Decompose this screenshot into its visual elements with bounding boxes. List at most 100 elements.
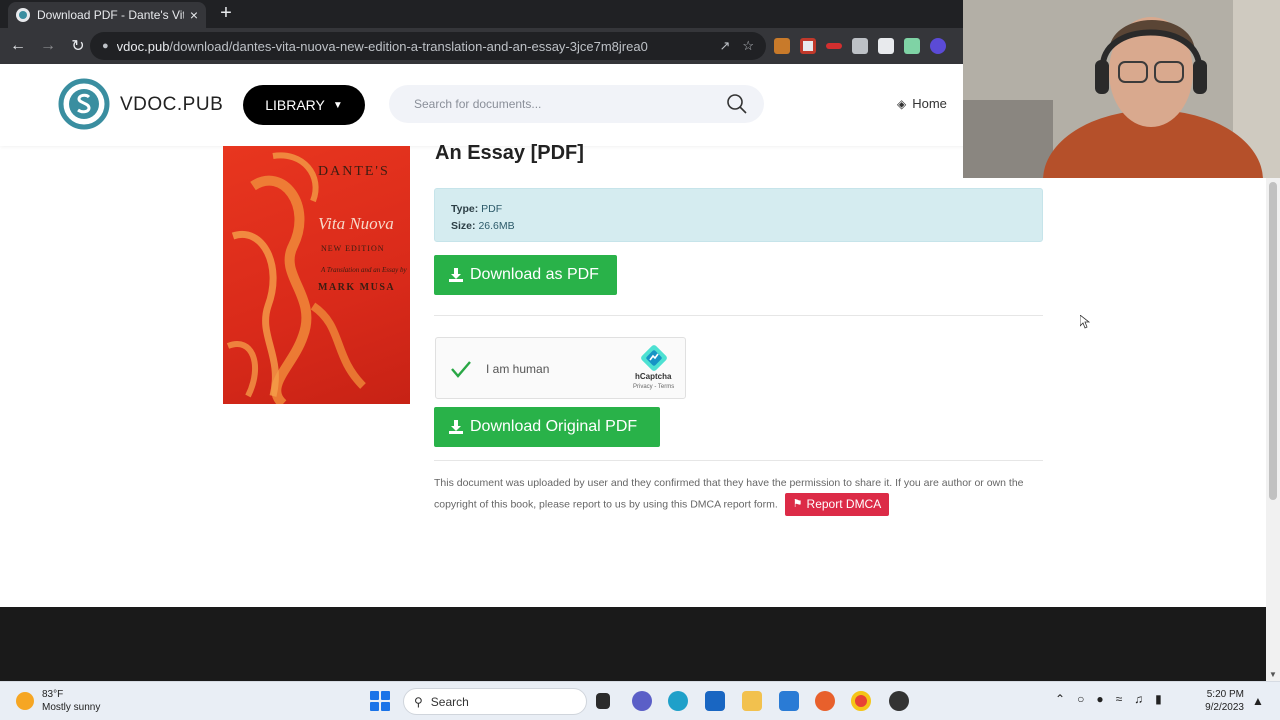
- search-input[interactable]: [414, 97, 704, 111]
- weather-widget[interactable]: 83°F Mostly sunny: [16, 688, 100, 714]
- divider: [434, 315, 1043, 316]
- firefox-icon[interactable]: [815, 691, 835, 711]
- flag-icon: ⚑: [792, 498, 803, 510]
- search-icon: ⚲: [414, 694, 423, 709]
- download-icon: [449, 420, 463, 434]
- partly-sunny-icon: [16, 692, 34, 710]
- extension-icon[interactable]: [826, 43, 842, 49]
- system-tray: ⌃ ○ ● ≈ ♫ ▮: [1055, 692, 1162, 706]
- download-icon: [449, 268, 463, 282]
- task-view-icon[interactable]: [596, 693, 610, 709]
- extension-icon[interactable]: [930, 38, 946, 54]
- type-value: PDF: [481, 203, 503, 215]
- scroll-down-arrow-icon[interactable]: ▼: [1269, 670, 1277, 679]
- webcam-person-image: [963, 0, 1280, 178]
- mouse-cursor-icon: [1080, 315, 1090, 329]
- extension-icons: [774, 38, 946, 54]
- chrome-icon[interactable]: [851, 691, 871, 711]
- site-favicon-icon: [16, 8, 30, 22]
- captcha-label: I am human: [486, 362, 550, 376]
- microphone-icon[interactable]: ●: [1096, 692, 1103, 706]
- document-info-box: Type: PDF Size: 26.6MB: [434, 188, 1043, 242]
- taskbar-search-label: Search: [430, 694, 469, 709]
- brand-name[interactable]: VDOC.PUB: [120, 94, 223, 116]
- tab-title: Download PDF - Dante's Vita Nu: [37, 8, 184, 22]
- windows-taskbar: 83°F Mostly sunny ⚲ Search ⌃ ○ ● ≈ ♫ ▮ 5…: [0, 681, 1280, 720]
- document-search: [389, 85, 764, 123]
- clock-date: 9/2/2023: [1205, 702, 1244, 713]
- download-original-pdf-button[interactable]: Download Original PDF: [434, 407, 660, 447]
- library-label: LIBRARY: [265, 97, 325, 113]
- checkmark-icon[interactable]: [450, 358, 472, 380]
- address-bar[interactable]: ● vdoc.pub/download/dantes-vita-nuova-ne…: [90, 32, 766, 60]
- page-scrollbar[interactable]: ▼: [1266, 178, 1280, 681]
- scrollbar-thumb[interactable]: [1269, 182, 1277, 500]
- new-tab-button[interactable]: +: [216, 3, 236, 24]
- address-url[interactable]: vdoc.pub/download/dantes-vita-nuova-new-…: [117, 39, 720, 54]
- report-dmca-button[interactable]: ⚑ Report DMCA: [784, 493, 890, 516]
- vdoc-logo-icon[interactable]: [58, 78, 110, 130]
- report-dmca-label: Report DMCA: [806, 497, 882, 511]
- browser-tab-active[interactable]: Download PDF - Dante's Vita Nu ×: [8, 2, 206, 28]
- divider: [434, 460, 1043, 461]
- notice-text: This document was uploaded by user and t…: [434, 477, 1024, 511]
- share-icon[interactable]: ↗: [719, 38, 730, 54]
- notification-bell-icon[interactable]: ▲: [1252, 694, 1264, 708]
- document-title: An Essay [PDF]: [435, 142, 584, 164]
- taskbar-search[interactable]: ⚲ Search: [403, 688, 587, 715]
- chevron-down-icon: ▼: [332, 99, 343, 111]
- size-label: Size:: [451, 220, 476, 232]
- dmca-notice: This document was uploaded by user and t…: [434, 474, 1044, 516]
- weather-condition: Mostly sunny: [42, 702, 101, 713]
- book-cover-image: DANTE'S Vita Nuova NEW EDITION A Transla…: [223, 146, 410, 404]
- extension-icon[interactable]: [852, 38, 868, 54]
- webcam-overlay: [963, 0, 1280, 178]
- forward-arrow-icon[interactable]: →: [36, 34, 60, 58]
- reload-icon[interactable]: ↻: [66, 34, 90, 58]
- type-label: Type:: [451, 203, 479, 215]
- mail-icon[interactable]: [779, 691, 799, 711]
- extension-icon[interactable]: [774, 38, 790, 54]
- wifi-icon[interactable]: ≈: [1116, 692, 1123, 706]
- home-nav-link[interactable]: ◈ Home: [897, 96, 947, 111]
- download-as-pdf-button[interactable]: Download as PDF: [434, 255, 617, 295]
- edge-icon[interactable]: [668, 691, 688, 711]
- download-as-pdf-label: Download as PDF: [470, 266, 599, 283]
- cover-edition: NEW EDITION: [321, 244, 385, 253]
- cover-translation-note: A Translation and an Essay by: [321, 266, 407, 274]
- size-value: 26.6MB: [478, 220, 515, 232]
- search-icon[interactable]: [726, 93, 748, 115]
- library-dropdown-button[interactable]: LIBRARY ▼: [243, 85, 365, 125]
- hcaptcha-widget[interactable]: I am human hCaptcha Privacy - Terms: [435, 337, 686, 399]
- cover-illustration: [226, 152, 366, 404]
- extension-icon[interactable]: [904, 38, 920, 54]
- battery-icon[interactable]: ▮: [1155, 692, 1162, 706]
- chevron-up-icon[interactable]: ⌃: [1055, 692, 1065, 706]
- lock-icon: ●: [102, 40, 109, 52]
- network-status-icon[interactable]: ○: [1077, 692, 1084, 706]
- site-footer: [0, 607, 1266, 681]
- hcaptcha-logo-icon: [641, 345, 667, 371]
- cover-subtitle: Vita Nuova: [318, 214, 394, 233]
- store-icon[interactable]: [705, 691, 725, 711]
- windows-start-icon[interactable]: [370, 691, 390, 711]
- obs-icon[interactable]: [889, 691, 909, 711]
- tab-close-icon[interactable]: ×: [190, 7, 198, 23]
- weather-temperature: 83°F: [42, 689, 64, 700]
- extension-icon[interactable]: [800, 38, 816, 54]
- extension-icon[interactable]: [878, 38, 894, 54]
- captcha-links[interactable]: Privacy - Terms: [633, 384, 674, 390]
- clock-time: 5:20 PM: [1206, 689, 1244, 700]
- captcha-brand: hCaptcha: [635, 372, 672, 381]
- file-explorer-icon[interactable]: [742, 691, 762, 711]
- back-arrow-icon[interactable]: ←: [6, 34, 30, 58]
- chat-icon[interactable]: [632, 691, 652, 711]
- volume-icon[interactable]: ♫: [1134, 692, 1143, 706]
- home-label: Home: [912, 96, 947, 111]
- cover-title: DANTE'S: [318, 164, 390, 179]
- bookmark-star-icon[interactable]: ☆: [742, 38, 754, 54]
- taskbar-clock[interactable]: 5:20 PM 9/2/2023: [1200, 688, 1244, 714]
- graduation-cap-icon: ◈: [897, 96, 907, 111]
- cover-author: MARK MUSA: [318, 282, 396, 293]
- download-original-pdf-label: Download Original PDF: [470, 418, 638, 435]
